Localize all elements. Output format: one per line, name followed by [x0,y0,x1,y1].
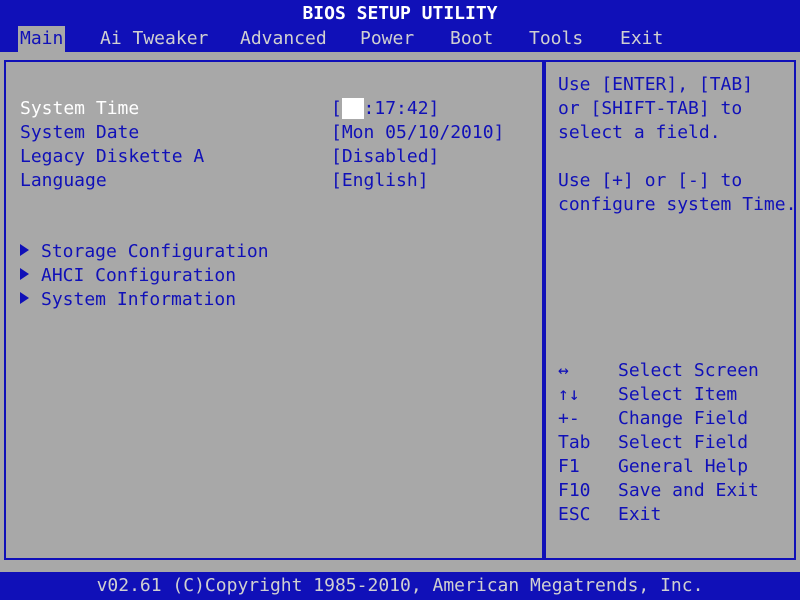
language-value[interactable]: [English] [331,169,429,193]
setting-label: Language [20,170,107,191]
key-description: Exit [618,504,662,525]
tab-ai-tweaker[interactable]: Ai Tweaker [100,26,208,52]
key-plus-minus: +- [558,408,580,429]
copyright-text: v02.61 (C)Copyright 1985-2010, American … [96,575,704,596]
tab-advanced[interactable]: Advanced [240,26,327,52]
setting-system-date[interactable]: System Date [20,121,139,145]
tab-exit[interactable]: Exit [620,26,663,52]
up-down-arrows-icon: ↑↓ [558,384,580,405]
triangle-right-icon [20,268,29,280]
setting-system-time[interactable]: System Time [20,97,139,121]
setting-label: System Date [20,122,140,143]
triangle-right-icon [20,292,29,304]
key-f10: F10 [558,480,591,501]
key-description: Select Screen [618,360,759,381]
help-text-line: configure system Time. [558,194,797,215]
menu-bar: Main Ai Tweaker Advanced Power Boot Tool… [0,26,800,52]
app-title: BIOS SETUP UTILITY [302,3,498,24]
key-description: Select Field [618,432,749,453]
key-tab: Tab [558,432,591,453]
submenu-label: Storage Configuration [41,241,269,262]
time-hour-field[interactable]: 17 [341,98,364,119]
submenu-storage-configuration[interactable]: Storage Configuration [20,240,269,264]
tab-power[interactable]: Power [360,26,414,52]
footer-bar: v02.61 (C)Copyright 1985-2010, American … [0,572,800,600]
help-text-line: or [SHIFT-TAB] to [558,98,743,119]
system-date-value[interactable]: [Mon 05/10/2010] [331,121,504,145]
tab-tools[interactable]: Tools [529,26,583,52]
setting-legacy-diskette[interactable]: Legacy Diskette A [20,145,204,169]
value-rest: :17:42] [363,98,440,119]
setting-label: System Time [20,98,140,119]
key-esc: ESC [558,504,591,525]
help-text-line: select a field. [558,122,721,143]
tab-main[interactable]: Main [18,26,66,52]
key-description: Change Field [618,408,749,429]
system-time-value[interactable]: [17:17:42] [331,97,439,121]
triangle-right-icon [20,244,29,256]
left-right-arrows-icon: ↔ [558,360,569,381]
legacy-diskette-value[interactable]: [Disabled] [331,145,439,169]
setting-label: Legacy Diskette A [20,146,205,167]
key-description: Select Item [618,384,738,405]
submenu-label: System Information [41,289,237,310]
submenu-system-information[interactable]: System Information [20,288,236,312]
submenu-label: AHCI Configuration [41,265,237,286]
help-text-line: Use [ENTER], [TAB] [558,74,754,95]
key-description: General Help [618,456,749,477]
key-f1: F1 [558,456,580,477]
help-text-line: Use [+] or [-] to [558,170,743,191]
key-description: Save and Exit [618,480,759,501]
setting-language[interactable]: Language [20,169,107,193]
value-bracket-open: [ [331,98,342,119]
title-bar: BIOS SETUP UTILITY [0,0,800,26]
submenu-ahci-configuration[interactable]: AHCI Configuration [20,264,236,288]
tab-boot[interactable]: Boot [450,26,493,52]
